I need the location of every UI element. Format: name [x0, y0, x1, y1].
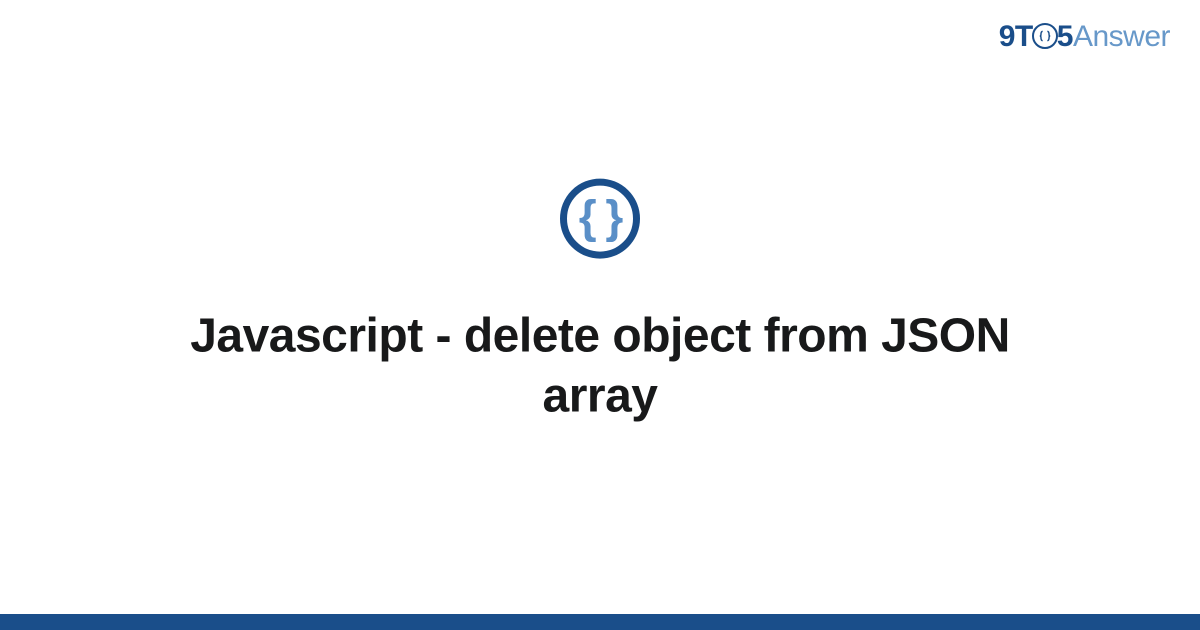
logo-text-5: 5 [1057, 20, 1073, 53]
page-title: Javascript - delete object from JSON arr… [150, 307, 1050, 427]
footer-accent-bar [0, 614, 1200, 630]
logo-circle-icon [1032, 23, 1058, 49]
main-content: { } Javascript - delete object from JSON… [0, 179, 1200, 427]
category-badge: { } [560, 179, 640, 259]
site-logo: 9T 5Answer [999, 20, 1170, 54]
braces-icon: { } [579, 194, 622, 240]
logo-text-9t: 9T [999, 20, 1033, 53]
logo-text-answer: Answer [1073, 20, 1170, 53]
